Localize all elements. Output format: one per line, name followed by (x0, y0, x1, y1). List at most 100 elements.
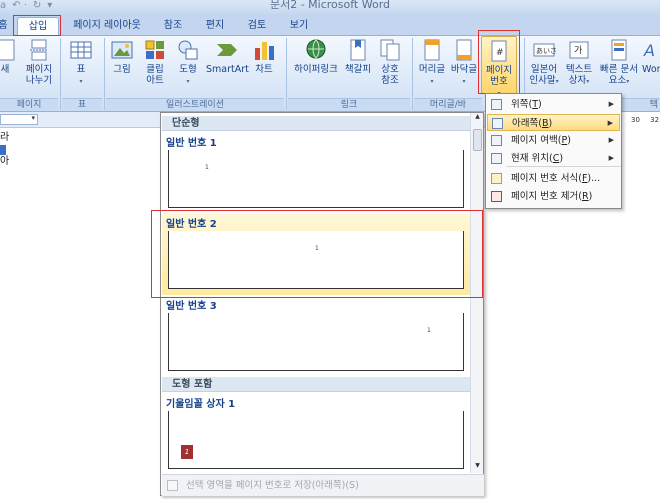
picture-button[interactable]: 그림 (110, 38, 134, 75)
textbox-button[interactable]: 가 텍스트 상자▾ (563, 38, 595, 87)
group-links-label: 링크 (288, 98, 410, 111)
quick-parts-icon (611, 39, 627, 61)
wordart-button[interactable]: A Wor (642, 38, 660, 75)
undo-icon[interactable]: ↶ · (12, 0, 27, 11)
page-bottom-icon (492, 118, 503, 129)
page-break-icon (30, 39, 48, 61)
quick-parts-button[interactable]: 빠른 문서 요소▾ (598, 38, 640, 87)
group-separator (104, 38, 105, 110)
menu-item-format-page-numbers[interactable]: 페이지 번호 서식(F)... (487, 170, 620, 187)
clipart-icon (145, 40, 164, 59)
page-number-button[interactable]: # 페이지 번호▾ (481, 36, 517, 97)
page-number-menu: 위쪽(T) ▶ 아래쪽(B) ▶ 페이지 여백(P) ▶ 현재 위치(C) ▶ … (485, 93, 622, 209)
gallery-scrollbar[interactable]: ▲ ▼ (470, 113, 483, 473)
group-separator (60, 38, 61, 110)
tab-insert[interactable]: 삽입 (17, 17, 59, 35)
table-button[interactable]: 표 ▾ (66, 38, 96, 87)
svg-text:가: 가 (574, 45, 582, 56)
remove-page-number-icon (491, 191, 502, 202)
style-selector[interactable]: ▾ (0, 114, 38, 125)
scroll-up-icon[interactable]: ▲ (472, 113, 483, 123)
tab-mailings[interactable]: 편지 (200, 17, 230, 35)
page-number-icon: # (491, 40, 507, 62)
text-cursor (0, 145, 6, 155)
gallery-item-plain-3[interactable]: 일반 번호 3 1 (162, 297, 470, 375)
page-break-button[interactable]: 페이지 나누기 (22, 38, 56, 86)
scroll-down-icon[interactable]: ▼ (472, 462, 483, 472)
new-page-button[interactable]: 새 (0, 38, 16, 75)
menu-item-bottom-of-page[interactable]: 아래쪽(B) ▶ (487, 114, 620, 131)
submenu-arrow-icon: ▶ (607, 119, 613, 127)
group-illustrations-label: 일러스트레이션 (106, 98, 284, 111)
page-top-icon (491, 99, 502, 110)
scroll-thumb[interactable] (473, 129, 482, 151)
page-icon (0, 39, 15, 61)
gallery-item-plain-2[interactable]: 일반 번호 2 1 (162, 213, 470, 295)
chevron-down-icon: ▾ (31, 114, 35, 122)
title-bar: 문서2 - Microsoft Word (0, 0, 660, 14)
wordart-icon: A (643, 41, 655, 60)
gallery-section-header: 단순형 (162, 116, 470, 131)
cross-reference-icon (380, 39, 400, 61)
greeting-button[interactable]: あいさつ 일본어 인사말▾ (528, 38, 560, 87)
tab-review[interactable]: 검토 (242, 17, 272, 35)
smartart-button[interactable]: SmartArt (206, 38, 249, 75)
bookmark-button[interactable]: 책갈피 (342, 38, 374, 75)
page-number-gallery: 단순형 일반 번호 1 1 일반 번호 2 1 일반 번호 3 1 도형 포함 … (160, 112, 484, 496)
picture-icon (111, 41, 133, 59)
menu-item-page-margins[interactable]: 페이지 여백(P) ▶ (487, 132, 620, 149)
format-page-number-icon (491, 173, 502, 184)
menu-item-remove-page-numbers[interactable]: 페이지 번호 제거(R) (487, 188, 620, 205)
svg-text:#: # (496, 48, 504, 58)
group-table-label: 표 (62, 98, 102, 111)
menu-item-current-position[interactable]: 현재 위치(C) ▶ (487, 150, 620, 167)
footer-button[interactable]: 바닥글 ▾ (448, 38, 480, 87)
chart-button[interactable]: 차트 (250, 38, 278, 75)
submenu-arrow-icon: ▶ (608, 136, 614, 144)
gallery-section-header: 도형 포함 (162, 377, 470, 392)
save-gallery-icon (167, 480, 178, 491)
header-icon (424, 39, 440, 61)
clipart-button[interactable]: 클립 아트 (142, 38, 168, 86)
menu-item-top-of-page[interactable]: 위쪽(T) ▶ (487, 96, 620, 113)
customize-qat-icon[interactable]: ▾ (47, 0, 52, 11)
tab-view[interactable]: 보기 (284, 17, 314, 35)
greeting-icon: あいさつ (533, 43, 556, 57)
cross-reference-button[interactable]: 상호 참조 (376, 38, 404, 86)
bookmark-icon (350, 39, 366, 61)
italic-box-shape: 1 (181, 445, 193, 459)
tab-page-layout[interactable]: 페이지 레이아웃 (66, 17, 148, 35)
save-selection-button[interactable]: 선택 영역을 페이지 번호로 저장(아래쪽)(S) (162, 474, 484, 496)
shapes-icon (178, 40, 198, 60)
gallery-preview: 1 (168, 313, 464, 371)
redo-icon[interactable]: ↻ (33, 0, 41, 11)
gallery-preview: 1 (168, 231, 464, 289)
group-pages-label: 페이지 (0, 98, 58, 111)
bar-chart-icon (255, 42, 274, 60)
gallery-item-plain-1[interactable]: 일반 번호 1 1 (162, 132, 470, 210)
current-position-icon (491, 153, 502, 164)
window-title: 문서2 - Microsoft Word (269, 0, 391, 11)
svg-text:あいさつ: あいさつ (536, 47, 556, 55)
ribbon-tabs: 홈 삽입 페이지 레이아웃 참조 편지 검토 보기 (0, 14, 660, 36)
group-separator (412, 38, 413, 110)
svg-text:A: A (643, 41, 655, 60)
submenu-arrow-icon: ▶ (608, 100, 614, 108)
hyperlink-button[interactable]: 하이퍼링크 (290, 38, 342, 75)
gallery-preview: 1 (168, 150, 464, 208)
tab-references[interactable]: 참조 (158, 17, 188, 35)
smartart-icon (217, 44, 237, 56)
quick-access-toolbar: a ↶ · ↻ ▾ (0, 0, 52, 11)
globe-link-icon (306, 39, 326, 59)
save-icon[interactable]: a (0, 0, 6, 11)
shapes-button[interactable]: 도형 ▾ (174, 38, 202, 87)
document-text-fragment: 라 아 (0, 132, 10, 167)
group-separator (286, 38, 287, 110)
header-button[interactable]: 머리글 ▾ (416, 38, 448, 87)
gallery-item-italic-box-1[interactable]: 기울임꼴 상자 1 1 (162, 394, 470, 472)
table-icon (70, 41, 92, 59)
gallery-preview: 1 (168, 411, 464, 469)
footer-icon (456, 39, 472, 61)
tab-home[interactable]: 홈 (0, 17, 10, 35)
page-margin-icon (491, 135, 502, 146)
